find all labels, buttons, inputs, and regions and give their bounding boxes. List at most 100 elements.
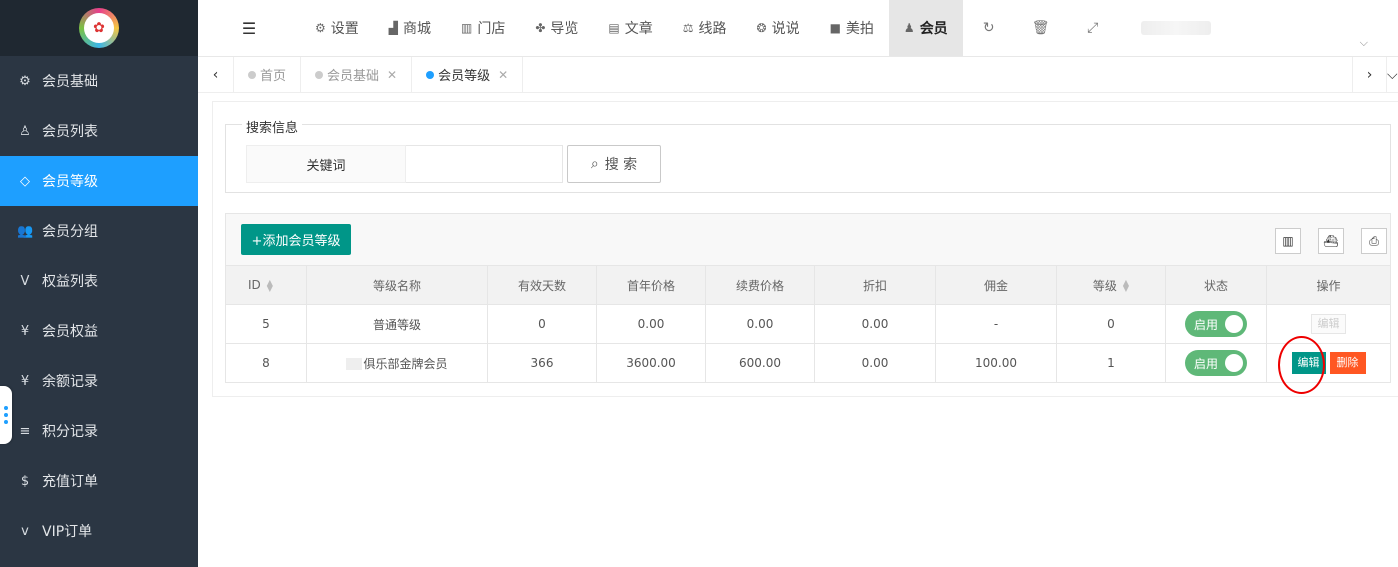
shopping-bag-icon: ▟ (388, 21, 398, 35)
sidebar-item-vip-order[interactable]: v VIP订单 (0, 506, 198, 556)
delete-button[interactable]: 删除 (1329, 352, 1366, 374)
topnav-route[interactable]: ⚖ 线路 (668, 0, 742, 56)
sidebar-item-member-level[interactable]: ◇ 会员等级 (0, 156, 198, 206)
cell-commission: 100.00 (935, 343, 1057, 383)
cell-status: 启用 (1165, 343, 1267, 383)
table-row: 8 俱乐部金牌会员 366 3600.00 600.00 0.00 100.00… (225, 343, 1391, 383)
col-status: 状态 (1165, 265, 1267, 305)
refresh-icon[interactable]: ↻ (963, 20, 1015, 36)
cell-actions: 编辑 (1266, 304, 1391, 344)
topnav-label: 会员 (919, 21, 948, 37)
cell-id: 5 (225, 304, 307, 344)
sidebar-item-recharge-order[interactable]: $ 充值订单 (0, 456, 198, 506)
dollar-icon: $ (20, 473, 30, 489)
chevron-down-icon[interactable]: ⌵ (1360, 36, 1368, 50)
col-commission: 佣金 (935, 265, 1057, 305)
col-actions: 操作 (1266, 265, 1391, 305)
main-content: 搜索信息 关键词 ⌕ 搜 索 +添加会员等级 ▥ ⛴ ⎙ ID ▲ ▼ 等级名称 有效… (212, 101, 1398, 397)
tab-home[interactable]: 首页 (234, 56, 302, 93)
tab-member-level[interactable]: 会员等级 ✕ (412, 56, 524, 93)
topnav-store[interactable]: ▥ 门店 (446, 0, 520, 56)
menu-toggle-icon[interactable]: ☰ (198, 19, 300, 38)
cell-renew-price: 600.00 (705, 343, 815, 383)
topnav-label: 美拍 (845, 21, 874, 37)
col-id[interactable]: ID ▲ ▼ (225, 265, 307, 305)
cell-days: 0 (487, 304, 597, 344)
side-drawer-handle[interactable] (0, 386, 12, 444)
wechat-icon: ❂ (756, 21, 767, 35)
sort-icon[interactable]: ▲ ▼ (267, 278, 273, 292)
tabs-scroll-left-icon[interactable]: ‹ (198, 56, 234, 93)
bank-icon: ▥ (461, 21, 473, 35)
search-button-label: 搜 索 (604, 157, 638, 173)
topnav-moments[interactable]: ❂ 说说 (742, 0, 815, 56)
col-first-price: 首年价格 (596, 265, 706, 305)
sidebar-item-member-benefit[interactable]: ¥ 会员权益 (0, 306, 198, 356)
trash-icon[interactable]: 🗑 (1015, 20, 1067, 36)
cell-name: 俱乐部金牌会员 (306, 343, 488, 383)
keyword-label: 关键词 (246, 145, 406, 183)
sidebar-item-label: 会员基础 (42, 74, 98, 90)
logo-icon: ✿ (79, 8, 119, 48)
database-icon: ≡ (19, 423, 31, 439)
sidebar-item-member-list[interactable]: ♙ 会员列表 (0, 106, 198, 156)
topnav-label: 线路 (698, 21, 727, 37)
topnav-label: 门店 (477, 21, 506, 37)
cell-days: 366 (487, 343, 597, 383)
logo[interactable]: ✿ (0, 0, 198, 56)
user-icon: ♙ (19, 123, 31, 139)
tabs-scroll-right-icon[interactable]: › (1352, 57, 1386, 93)
sidebar-item-member-basic[interactable]: ⚙ 会员基础 (0, 56, 198, 106)
edit-button[interactable]: 编辑 (1291, 352, 1326, 374)
col-level[interactable]: 等级 ▲ ▼ (1056, 265, 1166, 305)
export-icon[interactable]: ⛴ (1318, 228, 1344, 254)
topnav-photo[interactable]: ■ 美拍 (815, 0, 889, 56)
cell-status: 启用 (1165, 304, 1267, 344)
close-icon[interactable]: ✕ (387, 68, 397, 82)
sidebar-item-label: 积分记录 (42, 424, 98, 440)
gears-icon: ⚙ (19, 73, 31, 89)
search-icon: ⌕ (590, 156, 599, 172)
top-nav: ☰ ⚙ 设置 ▟ 商城 ▥ 门店 ✤ 导览 ▤ 文章 ⚖ 线路 ❂ 说说 ■ 美拍 ♟ 会员 ↻ … (198, 0, 1398, 56)
col-discount: 折扣 (814, 265, 936, 305)
topnav-label: 商城 (403, 21, 431, 37)
cell-level: 1 (1056, 343, 1166, 383)
user-name[interactable] (1140, 21, 1211, 35)
name-redacted (346, 358, 363, 370)
close-icon[interactable]: ✕ (498, 68, 508, 82)
sort-icon[interactable]: ▲ ▼ (1123, 279, 1129, 293)
yen-icon: ¥ (20, 323, 30, 339)
keyword-input[interactable] (406, 145, 563, 183)
add-level-button[interactable]: +添加会员等级 (241, 224, 351, 255)
topnav-label: 文章 (624, 21, 653, 37)
sidebar-item-points-log[interactable]: ≡ 积分记录 (0, 406, 198, 456)
topnav-article[interactable]: ▤ 文章 (593, 0, 667, 56)
topnav-settings[interactable]: ⚙ 设置 (300, 0, 374, 56)
sidebar-item-balance-log[interactable]: ¥ 余额记录 (0, 356, 198, 406)
topnav-shop[interactable]: ▟ 商城 (374, 0, 446, 56)
status-toggle[interactable]: 启用 (1185, 350, 1247, 376)
table-header-row: ID ▲ ▼ 等级名称 有效天数 首年价格 续费价格 折扣 佣金 等级 ▲ ▼ 状态 操… (225, 265, 1391, 305)
cell-discount: 0.00 (814, 304, 936, 344)
topnav-member[interactable]: ♟ 会员 (888, 0, 963, 56)
vimeo-icon: V (20, 273, 30, 289)
sidebar-item-label: 会员分组 (42, 224, 98, 240)
newspaper-icon: ▤ (608, 21, 620, 35)
tabs-menu-chevron-icon[interactable]: ⌵ (1386, 57, 1398, 93)
sidebar: ✿ ⚙ 会员基础 ♙ 会员列表 ◇ 会员等级 👥 会员分组 V 权益列表 ¥ 会员权益 ¥ 余… (0, 0, 198, 567)
print-icon[interactable]: ⎙ (1361, 228, 1387, 254)
status-toggle[interactable]: 启用 (1185, 311, 1247, 337)
sidebar-item-label: 会员权益 (42, 324, 98, 340)
cell-first-price: 3600.00 (596, 343, 706, 383)
tab-member-basic[interactable]: 会员基础 ✕ (301, 56, 413, 93)
gear-icon: ⚙ (315, 21, 326, 35)
sidebar-item-member-group[interactable]: 👥 会员分组 (0, 206, 198, 256)
edit-button-disabled: 编辑 (1311, 314, 1346, 334)
topnav-guide[interactable]: ✤ 导览 (520, 0, 593, 56)
cell-discount: 0.00 (814, 343, 936, 383)
search-button[interactable]: ⌕ 搜 索 (567, 145, 661, 183)
topnav-label: 说说 (771, 21, 800, 37)
sidebar-item-benefit-list[interactable]: V 权益列表 (0, 256, 198, 306)
fullscreen-icon[interactable]: ⤢ (1067, 20, 1119, 36)
columns-filter-icon[interactable]: ▥ (1275, 228, 1301, 254)
